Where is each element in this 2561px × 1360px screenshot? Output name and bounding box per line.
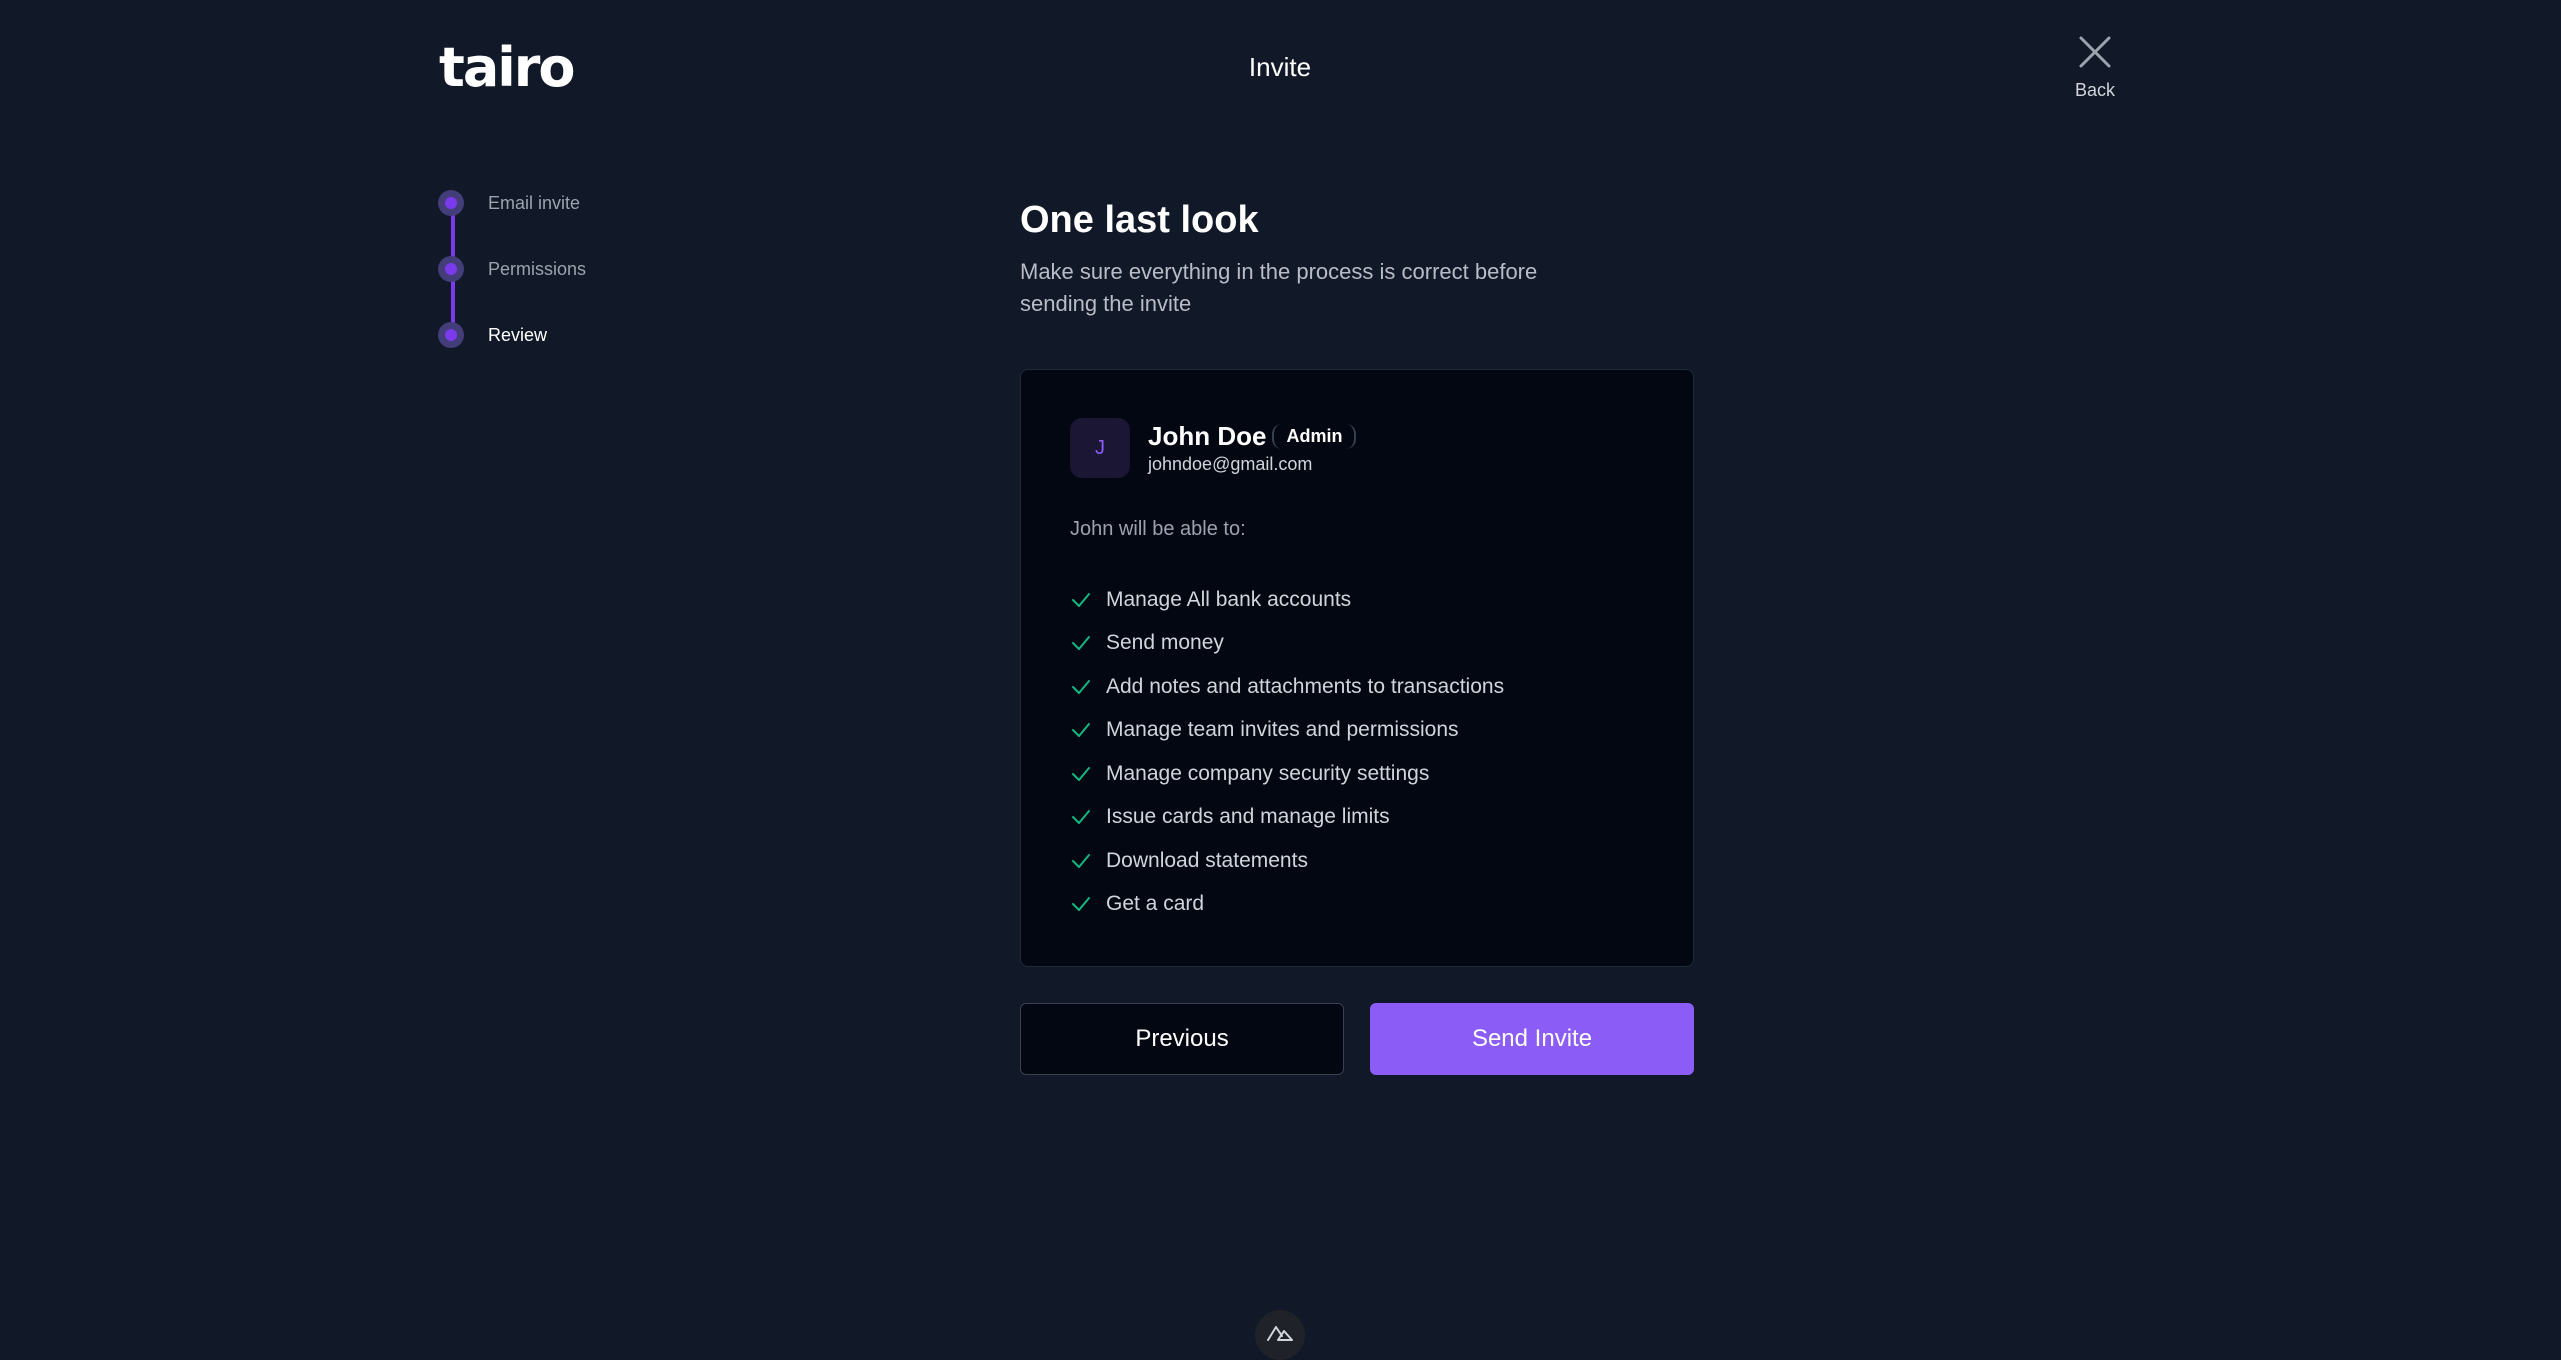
list-item: Manage All bank accounts: [1070, 578, 1504, 622]
ability-text: Download statements: [1106, 848, 1308, 872]
check-icon: [1072, 723, 1090, 738]
ability-text: Add notes and attachments to transaction…: [1106, 674, 1505, 698]
back-button[interactable]: Back: [2060, 34, 2130, 104]
previous-button[interactable]: Previous: [1020, 1003, 1344, 1075]
page-header-title: Invite: [1248, 52, 1312, 82]
step-label: Review: [488, 324, 548, 345]
list-item: Send money: [1070, 622, 1504, 666]
check-icon: [1072, 679, 1090, 694]
list-item: Manage company security settings: [1070, 752, 1504, 796]
check-icon: [1072, 766, 1090, 781]
invitee-info: John Doe Admin johndoe@gmail.com: [1148, 421, 1357, 475]
check-icon: [1072, 897, 1090, 912]
ability-text: Send money: [1106, 631, 1224, 655]
list-item: Issue cards and manage limits: [1070, 796, 1504, 840]
check-icon: [1072, 810, 1090, 825]
step-label: Permissions: [488, 258, 587, 279]
avatar: J: [1070, 418, 1130, 478]
step-permissions[interactable]: Permissions: [438, 254, 586, 284]
step-review[interactable]: Review: [438, 320, 547, 350]
ability-text: Manage All bank accounts: [1106, 587, 1352, 611]
abilities-list: Manage All bank accounts Send money Add …: [1070, 578, 1504, 926]
back-label: Back: [2074, 80, 2116, 100]
ability-text: Issue cards and manage limits: [1106, 805, 1390, 829]
check-icon: [1072, 636, 1090, 651]
list-item: Download statements: [1070, 839, 1504, 883]
logo-text: tairo: [439, 36, 574, 92]
check-icon: [1072, 592, 1090, 607]
review-title: One last look: [1020, 199, 1259, 241]
close-icon: [2079, 36, 2111, 68]
step-dot-icon: [438, 256, 464, 282]
list-item: Add notes and attachments to transaction…: [1070, 665, 1504, 709]
role-badge: Admin: [1272, 424, 1357, 449]
invitee-email: johndoe@gmail.com: [1148, 454, 1313, 474]
abilities-intro: John will be able to:: [1070, 518, 1246, 540]
form-actions: Previous Send Invite: [1020, 1003, 1694, 1075]
nuxt-devtools-icon: [1267, 1326, 1293, 1341]
review-subtitle: Make sure everything in the process is c…: [1020, 259, 1538, 316]
step-email-invite[interactable]: Email invite: [438, 188, 580, 218]
invitee-name-line: John Doe Admin: [1148, 421, 1357, 452]
send-invite-button[interactable]: Send Invite: [1370, 1003, 1694, 1075]
list-item: Manage team invites and permissions: [1070, 709, 1504, 753]
step-dot-icon: [438, 190, 464, 216]
step-label: Email invite: [488, 192, 581, 213]
invitee-row: J John Doe Admin johndoe@gmail.com: [1070, 418, 1357, 478]
review-panel: One last look Make sure everything in th…: [1020, 196, 1694, 1075]
check-icon: [1072, 853, 1090, 868]
devtools-toggle-button[interactable]: [1255, 1310, 1305, 1360]
invitee-name: John Doe: [1148, 421, 1267, 451]
ability-text: Get a card: [1106, 892, 1205, 916]
tairo-logo: tairo: [439, 36, 574, 92]
list-item: Get a card: [1070, 883, 1504, 927]
step-dot-icon: [438, 322, 464, 348]
invite-summary-card: J John Doe Admin johndoe@gmail.com John …: [1020, 369, 1694, 967]
ability-text: Manage company security settings: [1106, 761, 1430, 785]
ability-text: Manage team invites and permissions: [1106, 718, 1459, 742]
